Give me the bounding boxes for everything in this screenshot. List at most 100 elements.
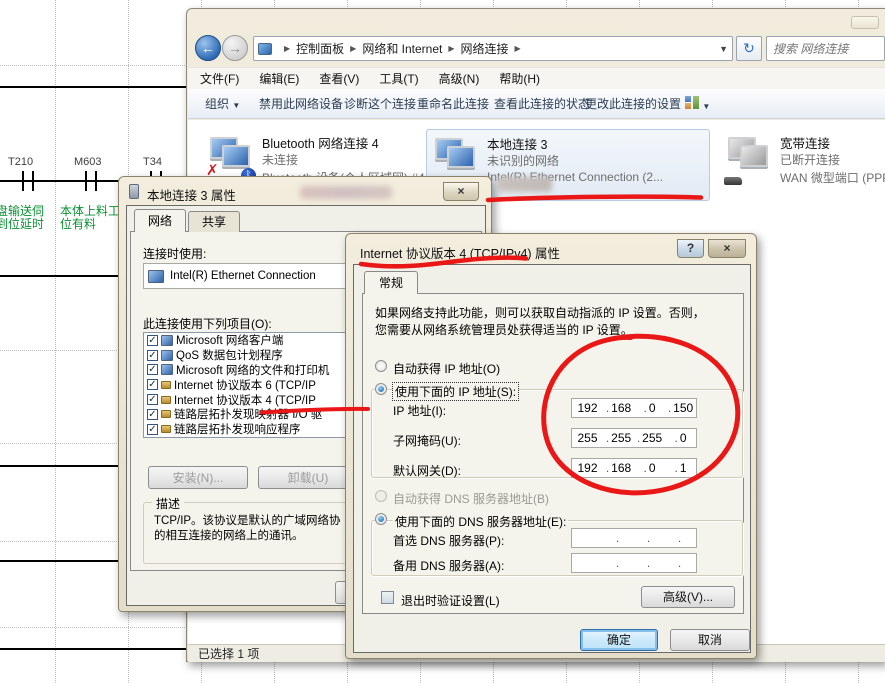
tab-sharing[interactable]: 共享 xyxy=(188,211,240,232)
adapter-name: Bluetooth 网络连接 4 xyxy=(262,133,379,152)
menu-file[interactable]: 文件(F) xyxy=(200,70,239,87)
tab-general[interactable]: 常规 xyxy=(364,271,418,294)
ladder-contact[interactable] xyxy=(85,171,97,191)
radio-use-ip-label[interactable]: 使用下面的 IP 地址(S): xyxy=(393,383,518,400)
intro-text: 您需要从网络系统管理员处获得适当的 IP 设置。 xyxy=(375,321,633,338)
dialog-network-icon xyxy=(129,184,139,199)
menu-view[interactable]: 查看(V) xyxy=(319,70,359,87)
ok-button[interactable]: 确定 xyxy=(580,629,658,651)
screen: T210 M603 T34 盘输送伺 到位延时 本体上料工 位有料 ← → ▶ … xyxy=(0,0,885,683)
adapter-status: 未识别的网络 xyxy=(487,152,559,169)
ladder-contact[interactable] xyxy=(22,171,34,191)
caption-button-stub[interactable] xyxy=(851,16,879,29)
radio-use-dns-label[interactable]: 使用下面的 DNS 服务器地址(E): xyxy=(393,513,568,530)
contact-comment: 本体上料工 位有料 xyxy=(60,205,120,231)
preferred-dns-label: 首选 DNS 服务器(P): xyxy=(393,532,504,549)
search-box[interactable] xyxy=(766,36,885,61)
checkbox-checked-icon[interactable]: ✓ xyxy=(147,364,158,375)
checkbox-checked-icon[interactable]: ✓ xyxy=(147,394,158,405)
adapter-small-icon xyxy=(148,270,164,283)
menu-advanced[interactable]: 高级(N) xyxy=(439,70,480,87)
breadcrumb-item-control-panel[interactable]: 控制面板 xyxy=(296,40,344,57)
close-button[interactable]: × xyxy=(708,239,746,258)
alternate-dns-label: 备用 DNS 服务器(A): xyxy=(393,557,504,574)
grid-line xyxy=(55,0,56,683)
radio-use-dns[interactable] xyxy=(375,513,387,525)
checkbox-checked-icon[interactable]: ✓ xyxy=(147,379,158,390)
back-arrow-icon: ← xyxy=(201,40,215,56)
search-input[interactable] xyxy=(767,37,884,60)
cancel-button[interactable]: 取消 xyxy=(670,629,750,651)
client-icon xyxy=(161,335,173,346)
protocol-icon xyxy=(161,396,171,404)
crumb-separator-icon: ▶ xyxy=(350,44,356,53)
view-status-button[interactable]: 查看此连接的状态 xyxy=(494,95,590,112)
general-tab-page: 如果网络支持此功能，则可以获取自动指派的 IP 设置。否则， 您需要从网络系统管… xyxy=(362,293,744,614)
radio-auto-ip[interactable] xyxy=(375,360,387,372)
location-icon xyxy=(258,43,272,55)
checkbox-checked-icon[interactable]: ✓ xyxy=(147,424,158,435)
preferred-dns-field[interactable] xyxy=(571,528,697,548)
intro-text: 如果网络支持此功能，则可以获取自动指派的 IP 设置。否则， xyxy=(375,304,705,321)
rename-button[interactable]: 重命名此连接 xyxy=(417,95,489,112)
refresh-button[interactable]: ↻ xyxy=(736,36,762,61)
checkbox-checked-icon[interactable]: ✓ xyxy=(147,335,158,346)
chevron-down-icon: ▼ xyxy=(232,101,240,110)
address-dropdown-icon[interactable]: ▼ xyxy=(719,44,728,54)
protocol-icon xyxy=(161,425,171,433)
menu-edit[interactable]: 编辑(E) xyxy=(259,70,299,87)
forward-arrow-icon: → xyxy=(228,40,242,56)
gateway-field[interactable]: 19216801 xyxy=(571,458,697,478)
install-button[interactable]: 安装(N)... xyxy=(148,466,248,489)
breadcrumb[interactable]: ▶ 控制面板 ▶ 网络和 Internet ▶ 网络连接 ▶ ▼ xyxy=(253,36,733,61)
menu-tools[interactable]: 工具(T) xyxy=(379,70,418,87)
forward-button[interactable]: → xyxy=(222,35,248,61)
ladder-rung xyxy=(0,86,186,88)
description-line: 的相互连接的网络上的通讯。 xyxy=(154,527,304,543)
organize-button[interactable]: 组织 ▼ xyxy=(205,95,240,112)
gateway-label: 默认网关(D): xyxy=(393,462,461,479)
advanced-button[interactable]: 高级(V)... xyxy=(641,586,735,608)
subnet-mask-field[interactable]: 2552552550 xyxy=(571,428,697,448)
help-icon: ? xyxy=(687,241,694,255)
dialog-title: 本地连接 3 属性 xyxy=(147,185,236,204)
contact-label: T34 xyxy=(143,156,162,168)
alternate-dns-field[interactable] xyxy=(571,553,697,573)
adapter-device: WAN 微型端口 (PPP xyxy=(780,169,885,186)
adapter-name: 宽带连接 xyxy=(780,133,830,152)
disable-device-button[interactable]: 禁用此网络设备 xyxy=(259,95,343,112)
broadband-adapter-icon xyxy=(726,135,776,187)
subnet-mask-label: 子网掩码(U): xyxy=(393,432,461,449)
dialog-title: Internet 协议版本 4 (TCP/IPv4) 属性 xyxy=(360,243,560,262)
description-line: TCP/IP。该协议是默认的广域网络协 xyxy=(154,512,341,528)
ladder-rung xyxy=(0,648,186,650)
adapter-name: 本地连接 3 xyxy=(487,134,547,153)
description-legend: 描述 xyxy=(152,495,184,512)
help-button[interactable]: ? xyxy=(677,239,704,258)
menu-help[interactable]: 帮助(H) xyxy=(499,70,540,87)
views-button[interactable]: ▼ xyxy=(685,96,710,112)
adapter-broadband[interactable]: 宽带连接 已断开连接 WAN 微型端口 (PPP xyxy=(720,129,885,201)
ip-address-label: IP 地址(I): xyxy=(393,402,446,419)
close-icon: × xyxy=(723,241,730,255)
tab-network[interactable]: 网络 xyxy=(134,209,186,232)
radio-use-ip[interactable] xyxy=(375,383,387,395)
back-button[interactable]: ← xyxy=(195,35,221,61)
uninstall-button[interactable]: 卸载(U) xyxy=(258,466,358,489)
breadcrumb-item-network-connections[interactable]: 网络连接 xyxy=(461,40,509,57)
checkbox-checked-icon[interactable]: ✓ xyxy=(147,409,158,420)
radio-auto-ip-label[interactable]: 自动获得 IP 地址(O) xyxy=(393,360,500,377)
diagnose-button[interactable]: 诊断这个连接 xyxy=(344,95,416,112)
close-button[interactable]: × xyxy=(443,182,479,201)
change-settings-button[interactable]: 更改此连接的设置 xyxy=(585,95,681,112)
censored-text-blur xyxy=(300,186,392,199)
checkbox-checked-icon[interactable]: ✓ xyxy=(147,350,158,361)
validate-label[interactable]: 退出时验证设置(L) xyxy=(401,592,500,609)
crumb-separator-icon: ▶ xyxy=(515,44,521,53)
ip-address-field[interactable]: 1921680150 xyxy=(571,398,697,418)
breadcrumb-item-network-internet[interactable]: 网络和 Internet xyxy=(362,40,442,57)
validate-checkbox[interactable] xyxy=(381,591,394,604)
radio-auto-dns[interactable] xyxy=(375,490,387,502)
modem-icon xyxy=(724,177,742,185)
views-grid-icon xyxy=(685,96,699,109)
